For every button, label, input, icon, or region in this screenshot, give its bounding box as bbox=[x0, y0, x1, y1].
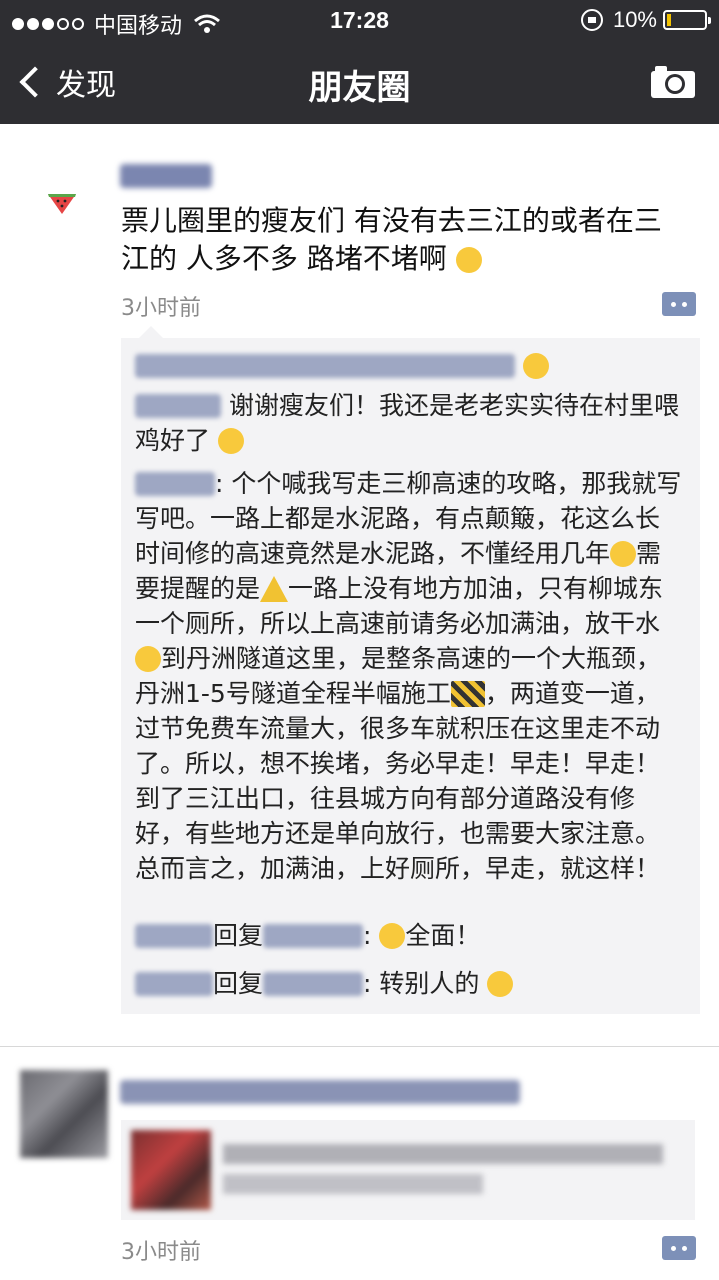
link-subtitle bbox=[223, 1174, 483, 1194]
battery-area: 10% bbox=[580, 7, 711, 33]
status-bar: 中国移动 17:28 10% bbox=[0, 0, 719, 40]
commenter-name[interactable] bbox=[135, 394, 221, 418]
watermelon-icon[interactable] bbox=[46, 184, 78, 216]
grinning-face-icon bbox=[487, 971, 514, 997]
emoji-icon bbox=[522, 353, 549, 379]
comment-text-part5: ，两道变一道，过节免费车流量大，很多车就积压在这里走不动了。所以，想不挨堵，务必… bbox=[135, 679, 661, 883]
link-thumbnail bbox=[131, 1130, 211, 1210]
rotation-lock-icon bbox=[580, 9, 603, 31]
comment-item[interactable]: 回复 : 转别人的 bbox=[135, 966, 683, 1001]
page-title: 朋友圈 bbox=[308, 69, 411, 107]
post-text-content: 票儿圈里的瘦友们 有没有去三江的或者在三江的 人多不多 路堵不堵啊 bbox=[121, 204, 662, 275]
comment-button[interactable] bbox=[662, 1236, 696, 1260]
shared-link-card[interactable] bbox=[121, 1120, 695, 1220]
shy-face-icon bbox=[455, 247, 482, 273]
reply-target-name[interactable] bbox=[263, 972, 364, 996]
battery-level bbox=[667, 14, 671, 26]
comment-text: : 转别人的 bbox=[363, 969, 480, 998]
avatar[interactable] bbox=[20, 1070, 108, 1158]
comment-text: : bbox=[363, 921, 372, 950]
battery-icon bbox=[663, 10, 711, 30]
crying-laughing-icon bbox=[379, 923, 406, 949]
camera-icon[interactable] bbox=[649, 64, 697, 100]
reply-label: 回复 bbox=[213, 969, 264, 998]
battery-percent: 10% bbox=[612, 7, 657, 32]
post-time: 3小时前 bbox=[121, 296, 201, 321]
comment-text-2: 全面！ bbox=[405, 921, 481, 950]
post-divider bbox=[0, 1046, 719, 1047]
author-name[interactable] bbox=[120, 1080, 520, 1104]
blurred-comment bbox=[135, 354, 515, 378]
comment-button[interactable] bbox=[662, 292, 696, 316]
commenter-name[interactable] bbox=[135, 972, 213, 996]
link-title bbox=[223, 1144, 663, 1164]
construction-icon bbox=[450, 681, 485, 707]
post-time: 3小时前 bbox=[121, 1240, 201, 1265]
reply-target-name[interactable] bbox=[263, 924, 364, 948]
comment-item[interactable] bbox=[135, 348, 683, 383]
comment-section: 谢谢瘦友们！我还是老老实实待在村里喂鸡好了 : 个个喊我写走三柳高速的攻略，那我… bbox=[121, 326, 700, 1014]
nav-bar: 发现 朋友圈 bbox=[0, 40, 719, 124]
comment-item[interactable]: : 个个喊我写走三柳高速的攻略，那我就写写吧。一路上都是水泥路，有点颠簸，花这么… bbox=[135, 466, 683, 886]
warning-icon bbox=[260, 576, 289, 602]
hugging-face-icon bbox=[217, 428, 244, 454]
author-name[interactable] bbox=[120, 164, 212, 188]
comment-item[interactable]: 回复: 全面！ bbox=[135, 918, 683, 953]
comment-text-part1: : 个个喊我写走三柳高速的攻略，那我就写写吧。一路上都是水泥路，有点颠簸，花这么… bbox=[135, 469, 682, 568]
post-text: 票儿圈里的瘦友们 有没有去三江的或者在三江的 人多不多 路堵不堵啊 bbox=[121, 202, 681, 278]
commenter-name[interactable] bbox=[135, 924, 213, 948]
comment-item[interactable]: 谢谢瘦友们！我还是老老实实待在村里喂鸡好了 bbox=[135, 388, 683, 458]
reply-label: 回复 bbox=[213, 921, 264, 950]
woozy-face-icon bbox=[610, 541, 637, 567]
grinning-face-icon bbox=[135, 646, 161, 672]
commenter-name[interactable] bbox=[135, 472, 215, 496]
